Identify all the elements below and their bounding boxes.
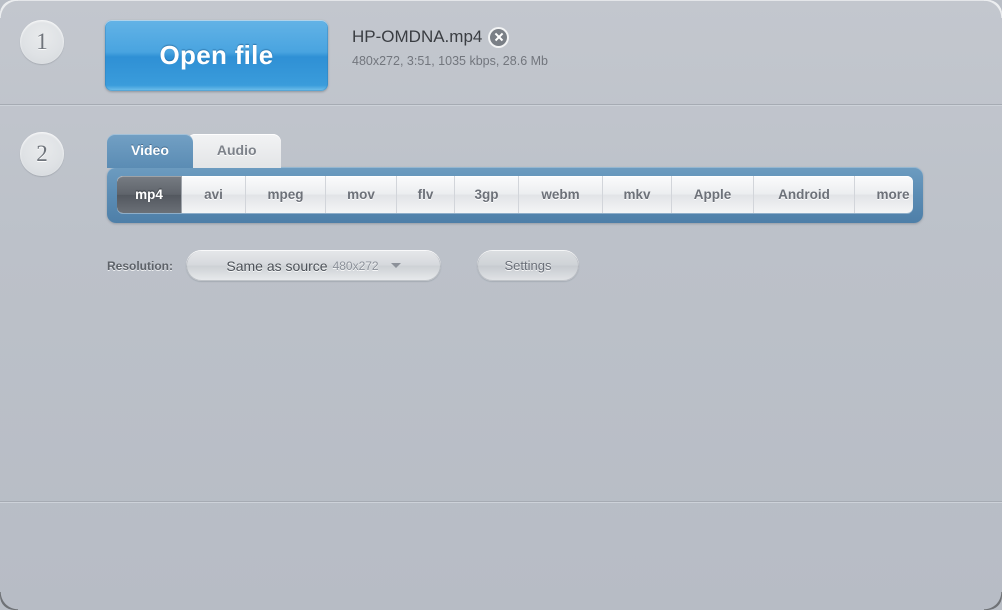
resolution-selected-value: Same as source: [226, 257, 328, 274]
resolution-label: Resolution:: [107, 258, 173, 273]
format-panel-body: 2 Video Audio mp4 avi mpeg mov flv 3gp w…: [0, 108, 1002, 500]
format-item-mov[interactable]: mov: [326, 176, 397, 213]
resolution-source-dimensions: 480x272: [332, 258, 379, 273]
file-info: HP-OMDNA.mp4 480x272, 3:51, 1035 kbps, 2…: [352, 26, 752, 68]
format-list: mp4 avi mpeg mov flv 3gp webm mkv Apple …: [117, 176, 913, 213]
file-name-row: HP-OMDNA.mp4: [352, 26, 752, 48]
resolution-row: Resolution: Same as source 480x272 Setti…: [107, 250, 579, 281]
file-metadata: 480x272, 3:51, 1035 kbps, 28.6 Mb: [352, 54, 548, 68]
media-type-tabs: Video Audio: [107, 133, 281, 168]
resolution-select[interactable]: Same as source 480x272: [186, 250, 441, 281]
tab-video[interactable]: Video: [107, 134, 193, 168]
format-item-3gp[interactable]: 3gp: [455, 176, 519, 213]
convert-section: 3 Convert: [0, 504, 1002, 610]
format-section: 2 Video Audio mp4 avi mpeg mov flv 3gp w…: [0, 108, 1002, 500]
application-window: 1 Open file HP-OMDNA.mp4 480x272, 3:51, …: [0, 0, 1002, 610]
format-item-avi[interactable]: avi: [182, 176, 246, 213]
format-item-apple[interactable]: Apple: [672, 176, 754, 213]
tab-audio[interactable]: Audio: [186, 134, 281, 168]
chevron-down-icon: [390, 263, 401, 268]
format-item-flv[interactable]: flv: [397, 176, 455, 213]
format-item-android[interactable]: Android: [754, 176, 855, 213]
format-item-webm[interactable]: webm: [519, 176, 603, 213]
format-item-mkv[interactable]: mkv: [603, 176, 672, 213]
open-file-button[interactable]: Open file: [105, 20, 328, 91]
close-circle-icon[interactable]: [490, 28, 508, 46]
open-file-section: 1 Open file HP-OMDNA.mp4 480x272, 3:51, …: [0, 0, 1002, 104]
section-divider-top: [0, 103, 1002, 107]
format-item-mpeg[interactable]: mpeg: [246, 176, 326, 213]
step-2-badge: 2: [20, 132, 64, 176]
format-item-mp4[interactable]: mp4: [117, 176, 182, 213]
settings-button[interactable]: Settings: [477, 250, 579, 281]
step-1-badge: 1: [20, 20, 64, 64]
file-name: HP-OMDNA.mp4: [352, 27, 483, 46]
format-item-more[interactable]: more: [855, 176, 913, 213]
format-selector-bar: mp4 avi mpeg mov flv 3gp webm mkv Apple …: [107, 167, 923, 223]
